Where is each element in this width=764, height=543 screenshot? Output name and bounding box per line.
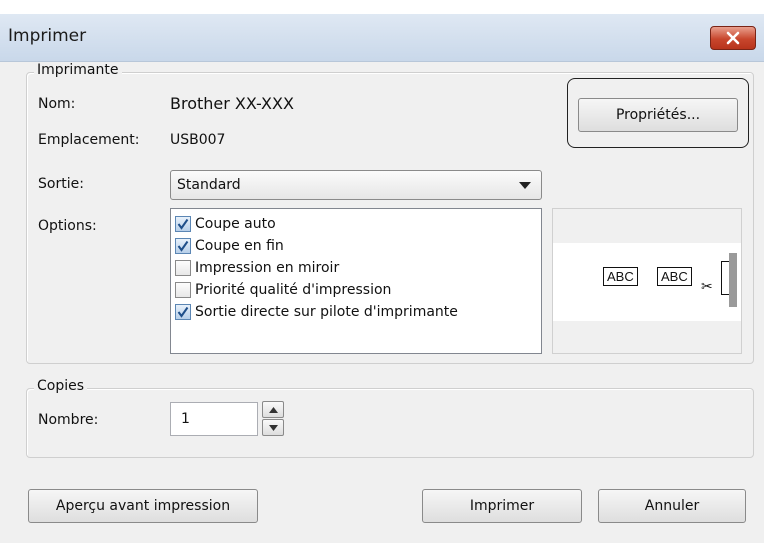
print-dialog: Imprimer Imprimante Nom: Brother XX-XXX … [0,14,764,543]
properties-button[interactable]: Propriétés... [578,98,738,132]
output-select[interactable]: Standard [170,170,542,200]
print-button-label: Imprimer [469,498,535,514]
copies-group-label: Copies [34,378,88,394]
option-label: Impression en miroir [195,260,340,276]
checkbox-unchecked-icon[interactable] [175,282,191,298]
tape-edge [729,253,737,307]
printer-location-value: USB007 [170,132,226,148]
print-button[interactable]: Imprimer [422,489,582,523]
scissors-icon: ✂ [701,279,713,295]
spin-down-button[interactable] [262,419,284,436]
option-label: Sortie directe sur pilote d'imprimante [195,304,458,320]
arrow-up-icon [268,406,278,413]
option-direct-output[interactable]: Sortie directe sur pilote d'imprimante [175,301,458,323]
spin-up-button[interactable] [262,401,284,418]
chevron-down-icon [519,182,531,189]
close-button[interactable] [710,26,756,50]
printer-name-label: Nom: [38,96,76,112]
copies-number-value: 1 [181,411,190,427]
checkbox-checked-icon[interactable] [175,216,191,232]
copies-group [26,388,754,458]
output-label: Sortie: [38,176,84,192]
print-preview-button-label: Aperçu avant impression [55,498,231,514]
option-cut-at-end[interactable]: Coupe en fin [175,235,284,257]
label-preview: ABC ABC ✂ [552,208,742,354]
arrow-down-icon [268,424,278,431]
option-quality-priority[interactable]: Priorité qualité d'impression [175,279,391,301]
preview-tape: ABC ABC ✂ [553,243,741,321]
preview-label-box: ABC [657,267,692,286]
printer-group-label: Imprimante [34,62,122,78]
copies-number-label: Nombre: [38,412,99,428]
cancel-button-label: Annuler [644,498,700,514]
option-label: Coupe en fin [195,238,284,254]
close-icon [726,31,740,45]
printer-name-value: Brother XX-XXX [170,94,294,113]
output-select-value: Standard [177,177,241,193]
option-mirror-print[interactable]: Impression en miroir [175,257,339,279]
checkbox-checked-icon[interactable] [175,238,191,254]
option-auto-cut[interactable]: Coupe auto [175,213,276,235]
checkbox-unchecked-icon[interactable] [175,260,191,276]
options-list: Coupe auto Coupe en fin Impression en mi… [170,208,542,354]
copies-number-input[interactable]: 1 [170,402,258,436]
properties-button-label: Propriétés... [615,107,701,123]
window-title: Imprimer [8,26,87,46]
option-label: Priorité qualité d'impression [195,282,392,298]
title-bar: Imprimer [0,14,764,62]
options-label: Options: [38,218,97,234]
cancel-button[interactable]: Annuler [598,489,746,523]
printer-location-label: Emplacement: [38,132,140,148]
print-preview-button[interactable]: Aperçu avant impression [28,489,258,523]
checkbox-checked-icon[interactable] [175,304,191,320]
option-label: Coupe auto [195,216,276,232]
preview-label-box: ABC [603,267,638,286]
